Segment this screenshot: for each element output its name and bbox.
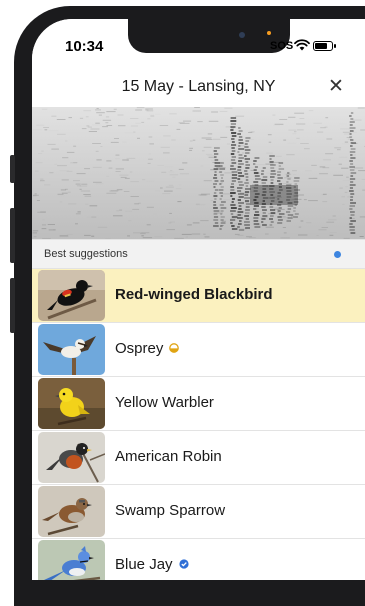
verified-badge-icon [179, 559, 189, 569]
close-icon[interactable]: ✕ [326, 77, 346, 97]
camera-icon [239, 32, 245, 38]
suggestions-section-header: Best suggestions [32, 239, 365, 269]
bird-photo-yellow-warbler [38, 378, 105, 429]
species-name: Red-winged Blackbird [115, 286, 273, 303]
list-item[interactable]: Osprey [32, 323, 365, 377]
list-item[interactable]: Red-winged Blackbird [32, 269, 365, 323]
privacy-indicator-icon [267, 31, 271, 35]
spectrogram[interactable] [32, 107, 365, 239]
sos-indicator: SOS [270, 40, 293, 52]
recording-header: 15 May - Lansing, NY ✕ [32, 69, 365, 107]
section-title: Best suggestions [44, 248, 128, 260]
status-dot-icon [334, 251, 341, 258]
wifi-icon [294, 39, 310, 51]
recording-title: 15 May - Lansing, NY [32, 78, 365, 96]
silent-switch [10, 155, 15, 183]
bird-photo-swamp-sparrow [38, 486, 105, 537]
list-item[interactable]: Yellow Warbler [32, 377, 365, 431]
list-item[interactable]: Swamp Sparrow [32, 485, 365, 539]
suggestions-list: Red-winged Blackbird Osprey [32, 269, 365, 580]
species-name: American Robin [115, 448, 222, 465]
app-screen: 10:34 SOS 15 May - Lansing, NY ✕ [32, 19, 365, 580]
dynamic-island [128, 19, 290, 53]
bird-photo-blackbird [38, 270, 105, 321]
gold-badge-icon [169, 343, 179, 353]
bird-photo-blue-jay [38, 540, 105, 580]
species-name: Osprey [115, 340, 179, 357]
species-name: Swamp Sparrow [115, 502, 225, 519]
species-name: Yellow Warbler [115, 394, 214, 411]
bird-photo-osprey [38, 324, 105, 375]
bird-photo-american-robin [38, 432, 105, 483]
status-time: 10:34 [65, 38, 103, 55]
species-name: Blue Jay [115, 556, 189, 573]
list-item[interactable]: Blue Jay [32, 539, 365, 580]
list-item[interactable]: American Robin [32, 431, 365, 485]
battery-icon [313, 41, 333, 51]
volume-up-button [10, 208, 15, 263]
volume-down-button [10, 278, 15, 333]
status-bar: 10:34 SOS [32, 19, 365, 69]
